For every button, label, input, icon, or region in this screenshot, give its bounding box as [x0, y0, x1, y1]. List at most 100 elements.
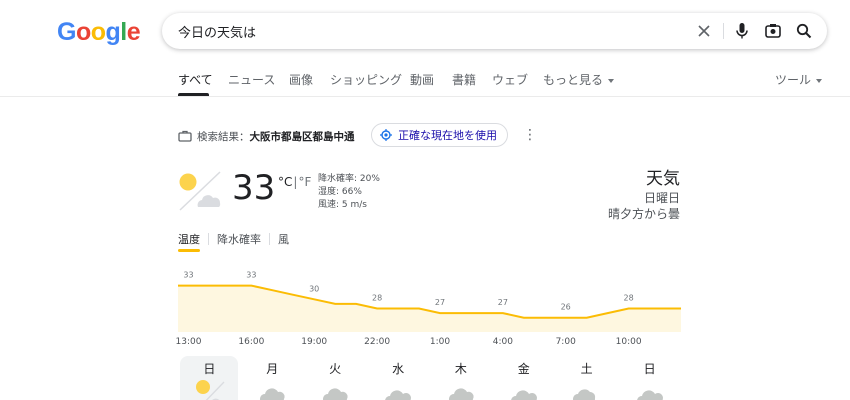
rain-cloud-icon — [446, 378, 478, 400]
rain-cloud-icon — [320, 378, 352, 400]
chart-data-label: 33 — [183, 271, 193, 280]
time-tick-label: 13:00 — [175, 337, 202, 347]
weather-condition: 晴夕方から曇 — [607, 207, 680, 221]
tab-videos[interactable]: 動画 — [410, 71, 434, 88]
temperature-chart-svg: 33 33 30 28 27 27 26 28 — [178, 271, 681, 332]
location-text: 検索結果：大阪市都島区都島中通 — [197, 129, 355, 144]
time-tick-label: 7:00 — [555, 337, 576, 347]
location-prefix: 検索結果： — [197, 130, 250, 143]
day-forecast-item[interactable]: 金 — [495, 356, 553, 400]
logo-letter: G — [57, 18, 76, 46]
chart-data-label: 30 — [309, 284, 319, 293]
day-label: 水 — [392, 362, 405, 376]
time-tick-label: 19:00 — [301, 337, 328, 347]
day-label: 日 — [203, 362, 216, 376]
day-forecast-item[interactable]: 日 — [621, 356, 679, 400]
search-box[interactable]: 今日の天気は — [162, 13, 827, 49]
location-row: 検索結果：大阪市都島区都島中通 正確な現在地を使用 ⋮ — [178, 123, 537, 148]
weather-summary: 天気 日曜日 晴夕方から曇 — [608, 168, 680, 222]
cloud-icon — [383, 378, 415, 400]
metric-divider — [208, 233, 209, 245]
daily-forecast: 日月火水木金土日 — [178, 356, 681, 400]
lens-icon[interactable] — [763, 21, 783, 41]
location-place: 大阪市都島区都島中通 — [249, 130, 355, 143]
search-tabs: すべて ニュース 画像 ショッピング 動画 書籍 ウェブ もっと見る ツール — [0, 64, 850, 97]
day-forecast-item[interactable]: 火 — [306, 356, 364, 400]
day-label: 月 — [266, 362, 279, 376]
sun-cloud-icon — [194, 378, 226, 400]
search-input[interactable]: 今日の天気は — [178, 22, 256, 41]
day-label: 木 — [454, 362, 467, 376]
day-forecast-item[interactable]: 日 — [180, 356, 239, 400]
tab-books[interactable]: 書籍 — [452, 71, 476, 88]
tab-all[interactable]: すべて — [178, 71, 213, 88]
sun-cloud-icon — [178, 170, 224, 216]
day-forecast-item[interactable]: 木 — [432, 356, 490, 400]
chevron-down-icon — [608, 78, 615, 83]
chart-data-label: 26 — [561, 303, 571, 312]
time-tick-label: 22:00 — [364, 337, 391, 347]
search-divider — [723, 23, 724, 39]
tab-more[interactable]: もっと見る — [543, 71, 615, 88]
day-label: 日 — [643, 362, 656, 376]
mic-icon[interactable] — [732, 21, 752, 41]
crosshair-icon — [380, 129, 392, 141]
chevron-down-icon — [816, 78, 823, 83]
unit-fahrenheit[interactable]: °F — [298, 175, 311, 189]
weather-title: 天気 — [646, 169, 680, 189]
metric-tab-wind[interactable]: 風 — [278, 231, 289, 247]
tab-news[interactable]: ニュース — [228, 71, 275, 88]
metric-divider — [269, 233, 270, 245]
rain-cloud-icon — [257, 378, 289, 400]
chart-data-label: 28 — [372, 294, 382, 303]
weather-day: 日曜日 — [643, 191, 680, 205]
cloud-icon — [509, 378, 541, 400]
tab-shopping[interactable]: ショッピング — [330, 71, 402, 88]
weather-details: 降水確率: 20% 湿度: 66% 風速: 5 m/s — [318, 173, 380, 212]
tools-button[interactable]: ツール — [775, 71, 823, 88]
google-logo[interactable]: Google — [57, 18, 141, 47]
wind-speed: 風速: 5 m/s — [318, 200, 367, 210]
day-forecast-item[interactable]: 土 — [558, 356, 616, 400]
precise-location-label: 正確な現在地を使用 — [398, 129, 497, 142]
temperature-units: °C|°F — [278, 175, 311, 189]
time-tick-label: 1:00 — [429, 337, 451, 347]
day-label: 土 — [580, 362, 593, 376]
temperature-chart: 33 33 30 28 27 27 26 28 — [178, 262, 681, 336]
cloud-icon — [635, 378, 667, 400]
precise-location-button[interactable]: 正確な現在地を使用 — [371, 123, 508, 147]
tab-images[interactable]: 画像 — [289, 71, 313, 88]
tools-label: ツール — [775, 73, 812, 87]
chart-data-label: 27 — [498, 298, 508, 307]
precipitation-chance: 降水確率: 20% — [318, 174, 380, 184]
time-axis: 13:00 16:00 19:00 22:00 1:00 4:00 7:00 10:00 — [176, 337, 681, 351]
search-icon[interactable] — [794, 21, 814, 41]
unit-celsius[interactable]: °C — [278, 175, 292, 189]
current-temperature: 33 — [232, 168, 276, 208]
chart-data-label: 27 — [435, 298, 445, 307]
day-label: 金 — [517, 362, 530, 376]
time-tick-label: 4:00 — [492, 337, 513, 347]
day-label: 火 — [329, 362, 342, 376]
more-options-icon[interactable]: ⋮ — [523, 128, 537, 142]
briefcase-icon — [178, 127, 192, 146]
logo-letter: g — [105, 18, 121, 46]
metric-tab-precipitation[interactable]: 降水確率 — [217, 231, 261, 247]
chart-data-label: 33 — [246, 271, 256, 280]
chart-area — [178, 285, 681, 332]
logo-letter: o — [90, 18, 106, 46]
chart-data-label: 28 — [624, 294, 634, 303]
cloud-sun-icon — [572, 378, 604, 400]
tab-web[interactable]: ウェブ — [492, 71, 528, 88]
day-forecast-item[interactable]: 月 — [243, 356, 301, 400]
day-forecast-item[interactable]: 水 — [369, 356, 427, 400]
active-tab-indicator — [178, 93, 209, 96]
tab-more-label: もっと見る — [543, 73, 604, 87]
close-icon[interactable] — [694, 21, 714, 41]
time-tick-label: 16:00 — [238, 337, 265, 347]
logo-letter: o — [75, 18, 91, 46]
active-metric-indicator — [178, 249, 200, 252]
humidity: 湿度: 66% — [318, 187, 362, 197]
logo-letter: e — [126, 18, 141, 46]
metric-tab-temperature[interactable]: 温度 — [178, 231, 200, 247]
